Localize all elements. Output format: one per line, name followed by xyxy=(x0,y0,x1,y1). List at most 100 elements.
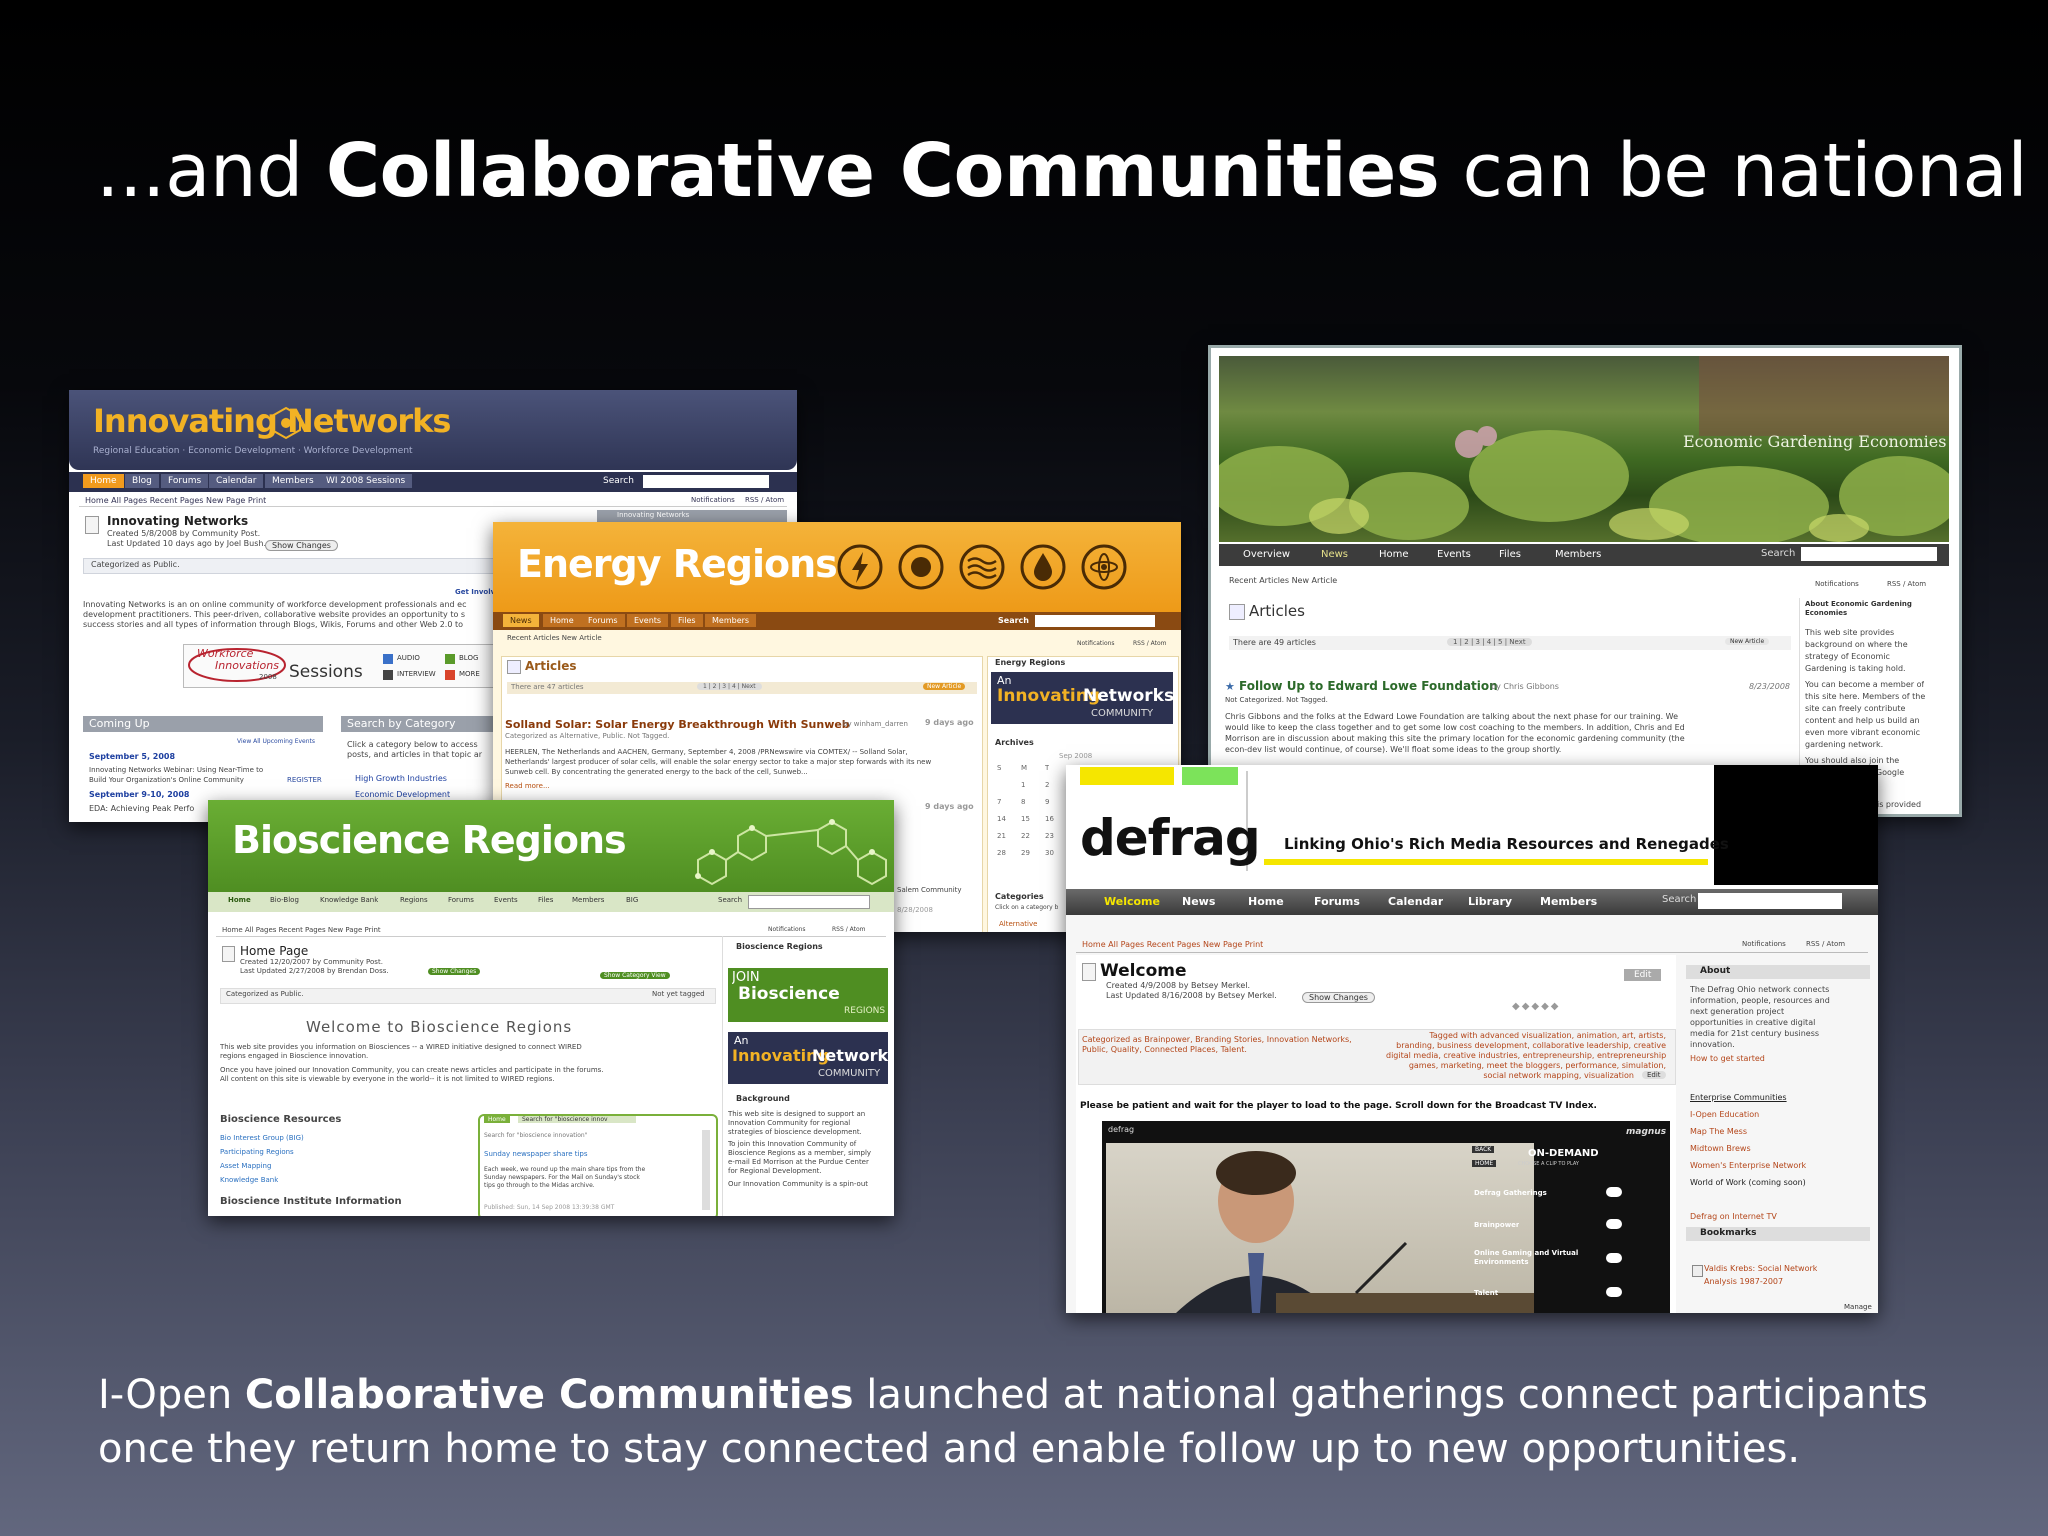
calendar-day[interactable]: 15 xyxy=(1021,815,1030,823)
calendar-day[interactable]: 29 xyxy=(1021,849,1030,857)
player-home-button[interactable]: HOME xyxy=(1472,1160,1497,1167)
innovating-tab-blog[interactable]: Blog xyxy=(125,474,159,488)
defrag-edit-tags-button[interactable]: Edit xyxy=(1642,1071,1666,1079)
energy-tab-members[interactable]: Members xyxy=(705,614,757,627)
interview-label[interactable]: INTERVIEW xyxy=(397,670,436,678)
player-back-button[interactable]: BACK xyxy=(1472,1146,1495,1153)
defrag-tab-forums[interactable]: Forums xyxy=(1314,895,1360,908)
garden-tab-home[interactable]: Home xyxy=(1379,549,1409,560)
garden-pager[interactable]: 1 | 2 | 3 | 4 | 5 | Next xyxy=(1447,638,1532,646)
innovating-notifications[interactable]: Notifications xyxy=(691,496,735,504)
energy-pager[interactable]: 1 | 2 | 3 | 4 | Next xyxy=(697,683,762,690)
bio-tab-events[interactable]: Events xyxy=(494,896,518,904)
view-all-events-link[interactable]: View All Upcoming Events xyxy=(237,738,315,745)
defrag-tv-link[interactable]: Defrag on Internet TV xyxy=(1690,1212,1777,1221)
innovating-show-changes-button[interactable]: Show Changes xyxy=(265,540,338,551)
defrag-manage-link[interactable]: Manage xyxy=(1844,1303,1872,1311)
defrag-rss[interactable]: RSS / Atom xyxy=(1806,940,1845,948)
garden-tab-news[interactable]: News xyxy=(1321,549,1348,560)
garden-tab-events[interactable]: Events xyxy=(1437,549,1471,560)
garden-tab-overview[interactable]: Overview xyxy=(1243,549,1290,560)
garden-headline[interactable]: Follow Up to Edward Lowe Foundation xyxy=(1239,679,1498,693)
innovating-get-involved[interactable]: Get Involv xyxy=(455,588,495,596)
category-economic-dev[interactable]: Economic Development xyxy=(355,790,450,799)
innovating-tab-wi-sessions[interactable]: WI 2008 Sessions xyxy=(319,474,413,488)
energy-headline[interactable]: Solland Solar: Solar Energy Breakthrough… xyxy=(505,718,850,731)
garden-subnav[interactable]: Recent Articles New Article xyxy=(1229,576,1337,585)
calendar-day[interactable]: 28 xyxy=(997,849,1006,857)
bio-tab-bio-blog[interactable]: Bio-Blog xyxy=(270,896,299,904)
bio-search-input[interactable] xyxy=(748,895,870,909)
bio-tab-home[interactable]: Home xyxy=(228,896,251,904)
energy-search-input[interactable] xyxy=(1035,615,1155,627)
clip-defrag-gatherings[interactable]: Defrag Gatherings xyxy=(1474,1189,1547,1197)
calendar-day[interactable]: 14 xyxy=(997,815,1006,823)
bio-show-changes-button[interactable]: Show Changes xyxy=(428,968,481,975)
energy-read-more[interactable]: Read more... xyxy=(505,782,550,790)
defrag-link-iopen[interactable]: I-Open Education xyxy=(1690,1110,1759,1119)
defrag-tab-welcome[interactable]: Welcome xyxy=(1104,895,1160,908)
defrag-bookmark-1b[interactable]: Analysis 1987-2007 xyxy=(1704,1277,1783,1286)
innovating-tab-calendar[interactable]: Calendar xyxy=(209,474,264,488)
innovating-rss[interactable]: RSS / Atom xyxy=(745,496,784,504)
defrag-link-womens[interactable]: Women's Enterprise Network xyxy=(1690,1161,1806,1170)
calendar-day[interactable]: 7 xyxy=(997,798,1001,806)
clip-brainpower[interactable]: Brainpower xyxy=(1474,1221,1519,1229)
defrag-link-world-of-work[interactable]: World of Work (coming soon) xyxy=(1690,1178,1806,1187)
calendar-day[interactable]: 16 xyxy=(1045,815,1054,823)
bio-mini-search[interactable]: Search for "bioscience innovation" xyxy=(484,1132,694,1139)
innovating-subnav[interactable]: Home All Pages Recent Pages New Page Pri… xyxy=(85,496,266,505)
bio-mini-tab-home[interactable]: Home xyxy=(484,1116,510,1123)
bio-res-asset-mapping[interactable]: Asset Mapping xyxy=(220,1162,271,1170)
bio-rss[interactable]: RSS / Atom xyxy=(832,926,866,933)
defrag-bookmark-1a[interactable]: Valdis Krebs: Social Network xyxy=(1704,1264,1817,1273)
category-high-growth[interactable]: High Growth Industries xyxy=(355,774,447,783)
calendar-day[interactable]: 2 xyxy=(1045,781,1049,789)
innovating-tab-members[interactable]: Members xyxy=(265,474,321,488)
bio-res-big[interactable]: Bio Interest Group (BIG) xyxy=(220,1134,304,1142)
defrag-link-map-the-mess[interactable]: Map The Mess xyxy=(1690,1127,1747,1136)
calendar-day[interactable]: 22 xyxy=(1021,832,1030,840)
energy-tab-events[interactable]: Events xyxy=(627,614,669,627)
bio-mini-tab-search[interactable]: Search for "bioscience innov xyxy=(518,1116,636,1123)
calendar-day[interactable]: 1 xyxy=(1021,781,1025,789)
more-label[interactable]: MORE xyxy=(459,670,480,678)
blog-label[interactable]: BLOG xyxy=(459,654,478,662)
event-register-link[interactable]: REGISTER xyxy=(287,776,322,784)
energy-subnav[interactable]: Recent Articles New Article xyxy=(507,634,602,642)
defrag-link-midtown[interactable]: Midtown Brews xyxy=(1690,1144,1751,1153)
defrag-how-to[interactable]: How to get started xyxy=(1690,1054,1765,1063)
defrag-show-changes-button[interactable]: Show Changes xyxy=(1302,992,1375,1003)
calendar-day[interactable]: 21 xyxy=(997,832,1006,840)
garden-search-input[interactable] xyxy=(1801,547,1937,561)
clip-talent[interactable]: Talent xyxy=(1474,1289,1498,1297)
clip-1-play-icon[interactable] xyxy=(1606,1187,1622,1197)
defrag-tab-library[interactable]: Library xyxy=(1468,895,1512,908)
garden-rss[interactable]: RSS / Atom xyxy=(1887,580,1926,588)
innovating-tab-home[interactable]: Home xyxy=(83,474,124,488)
defrag-link-enterprise[interactable]: Enterprise Communities xyxy=(1690,1093,1787,1102)
defrag-tab-home[interactable]: Home xyxy=(1248,895,1284,908)
bio-show-category-button[interactable]: Show Category View xyxy=(600,972,670,979)
energy-tab-files[interactable]: Files xyxy=(671,614,703,627)
calendar-day[interactable]: 9 xyxy=(1045,798,1049,806)
defrag-subnav[interactable]: Home All Pages Recent Pages New Page Pri… xyxy=(1082,940,1263,949)
energy-new-article-button[interactable]: New Article xyxy=(923,683,966,690)
bio-tab-members[interactable]: Members xyxy=(572,896,604,904)
bio-mini-scrollbar[interactable] xyxy=(702,1130,710,1210)
bio-tab-files[interactable]: Files xyxy=(538,896,553,904)
clip-4-play-icon[interactable] xyxy=(1606,1287,1622,1297)
garden-new-article-button[interactable]: New Article xyxy=(1725,638,1770,645)
energy-tab-forums[interactable]: Forums xyxy=(581,614,625,627)
audio-label[interactable]: AUDIO xyxy=(397,654,420,662)
calendar-day[interactable]: 30 xyxy=(1045,849,1054,857)
innovating-tab-forums[interactable]: Forums xyxy=(161,474,209,488)
calendar-day[interactable]: 8 xyxy=(1021,798,1025,806)
bio-res-knowledge-bank[interactable]: Knowledge Bank xyxy=(220,1176,278,1184)
defrag-tab-calendar[interactable]: Calendar xyxy=(1388,895,1443,908)
defrag-search-input[interactable] xyxy=(1698,893,1842,909)
bio-subnav[interactable]: Home All Pages Recent Pages New Page Pri… xyxy=(222,926,381,934)
defrag-edit-button[interactable]: Edit xyxy=(1624,969,1662,981)
bio-notifications[interactable]: Notifications xyxy=(768,926,806,933)
bio-mini-head[interactable]: Sunday newspaper share tips xyxy=(484,1150,588,1158)
